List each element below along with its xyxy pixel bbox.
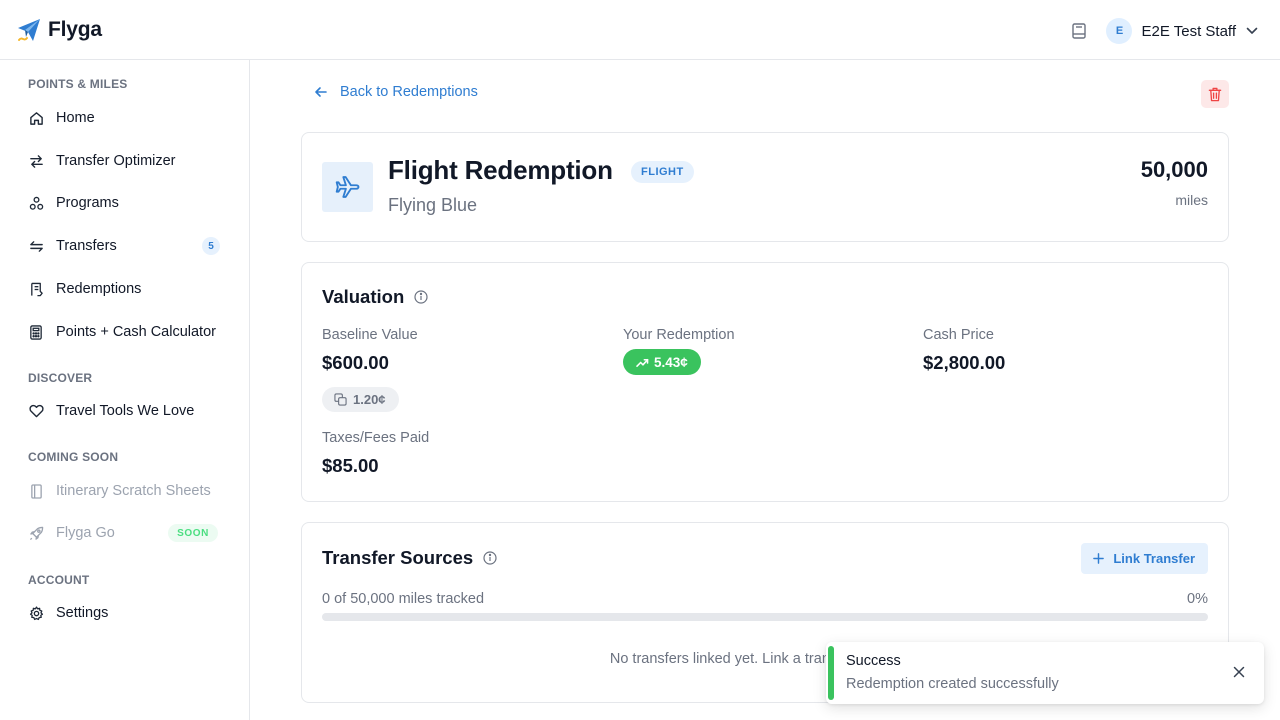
taxes-fees-value: $85.00 [322, 455, 379, 476]
sidebar-item-redemptions[interactable]: Redemptions [28, 277, 222, 301]
book-icon[interactable] [1070, 22, 1088, 40]
sidebar-item-label: Transfer Optimizer [56, 153, 176, 169]
sidebar: POINTS & MILES Home Transfer Optimizer P… [0, 60, 250, 720]
sidebar-section-coming-soon: COMING SOON [28, 450, 119, 464]
info-icon[interactable] [483, 551, 497, 565]
trash-icon [1208, 87, 1222, 102]
sidebar-item-label: Flyga Go [56, 525, 115, 541]
sidebar-item-travel-tools[interactable]: Travel Tools We Love [28, 399, 222, 423]
sidebar-item-label: Settings [56, 605, 109, 621]
type-badge: FLIGHT [631, 161, 694, 183]
soon-badge: SOON [168, 524, 218, 542]
sidebar-item-label: Travel Tools We Love [56, 403, 195, 419]
program-name: Flying Blue [388, 195, 478, 215]
arrow-left-icon [314, 84, 330, 100]
delete-button[interactable] [1201, 80, 1229, 108]
toast-title: Success [846, 653, 901, 669]
back-to-redemptions-link[interactable]: Back to Redemptions [314, 84, 478, 100]
transfer-sources-title: Transfer Sources [322, 547, 497, 569]
sidebar-item-programs[interactable]: Programs [28, 191, 222, 215]
valuation-title-text: Valuation [322, 286, 405, 307]
sidebar-item-transfers[interactable]: Transfers 5 [28, 234, 222, 258]
info-icon[interactable] [414, 290, 428, 304]
valuation-card: Valuation Baseline Value $600.00 1.20¢ Y… [301, 262, 1229, 502]
toast-message: Redemption created successfully [846, 676, 1059, 692]
paper-plane-logo-icon [16, 16, 42, 44]
gear-icon [28, 605, 44, 621]
plane-icon [334, 173, 362, 201]
brand-name: Flyga [48, 18, 102, 41]
miles-tracked-percent: 0% [1187, 591, 1208, 607]
baseline-value: $600.00 [322, 352, 389, 373]
cash-price-value: $2,800.00 [923, 352, 1006, 373]
sidebar-item-label: Programs [56, 195, 119, 211]
heart-icon [28, 403, 44, 419]
cash-price-label: Cash Price [923, 327, 994, 343]
sidebar-item-flyga-go: Flyga Go SOON [28, 521, 222, 545]
sidebar-item-label: Transfers [56, 238, 117, 254]
user-name[interactable]: E2E Test Staff [1141, 23, 1236, 40]
arrows-exchange-icon [28, 153, 44, 169]
programs-icon [28, 195, 44, 211]
transfer-arrows-icon [28, 238, 44, 254]
sidebar-item-label: Redemptions [56, 281, 142, 297]
sidebar-item-label: Points + Cash Calculator [56, 324, 216, 340]
sidebar-section-account: ACCOUNT [28, 573, 90, 587]
taxes-fees-label: Taxes/Fees Paid [322, 430, 430, 446]
plus-icon [1093, 553, 1105, 564]
avatar[interactable]: E [1106, 18, 1133, 44]
your-redemption-cpp: 5.43¢ [654, 354, 688, 370]
toast-accent-bar [828, 646, 834, 700]
user-area: E E2E Test Staff [1070, 18, 1258, 44]
home-icon [28, 110, 44, 126]
receipt-icon [28, 281, 44, 297]
miles-tracked-progress-bar [322, 613, 1208, 621]
sidebar-item-label: Home [56, 110, 95, 126]
baseline-cpp-value: 1.20¢ [353, 392, 386, 407]
top-bar: Flyga E E2E Test Staff [0, 0, 1280, 60]
valuation-title: Valuation [322, 286, 428, 308]
link-transfer-button[interactable]: Link Transfer [1081, 543, 1208, 574]
sidebar-item-home[interactable]: Home [28, 106, 222, 130]
back-link-label: Back to Redemptions [340, 84, 478, 100]
sidebar-item-points-cash-calculator[interactable]: Points + Cash Calculator [28, 320, 222, 344]
rocket-icon [28, 525, 44, 541]
sidebar-section-points-miles: POINTS & MILES [28, 77, 128, 91]
plane-icon-box [322, 162, 373, 212]
sidebar-item-itinerary-scratch-sheets: Itinerary Scratch Sheets [28, 479, 222, 503]
page-title: Flight Redemption [388, 155, 613, 185]
transfer-sources-title-text: Transfer Sources [322, 547, 474, 568]
sidebar-item-transfer-optimizer[interactable]: Transfer Optimizer [28, 149, 222, 173]
sidebar-item-label: Itinerary Scratch Sheets [56, 483, 211, 499]
notebook-icon [28, 483, 44, 499]
your-redemption-label: Your Redemption [623, 327, 735, 343]
transfers-count-badge: 5 [202, 237, 220, 255]
miles-unit: miles [1175, 192, 1208, 208]
your-redemption-cpp-chip: 5.43¢ [623, 349, 701, 375]
calculator-icon [28, 324, 44, 340]
trending-up-icon [636, 357, 649, 368]
close-icon[interactable] [1232, 665, 1246, 679]
coins-icon [334, 393, 347, 406]
baseline-value-label: Baseline Value [322, 327, 418, 343]
redemption-header-card: Flight Redemption FLIGHT Flying Blue 50,… [301, 132, 1229, 242]
sidebar-section-discover: DISCOVER [28, 371, 93, 385]
miles-tracked-text: 0 of 50,000 miles tracked [322, 591, 485, 607]
miles-value: 50,000 [1140, 157, 1208, 182]
baseline-cpp-chip: 1.20¢ [322, 387, 399, 412]
brand[interactable]: Flyga [16, 16, 102, 44]
link-transfer-label: Link Transfer [1113, 551, 1195, 566]
sidebar-item-settings[interactable]: Settings [28, 601, 222, 625]
chevron-down-icon[interactable] [1246, 25, 1258, 37]
success-toast: Success Redemption created successfully [826, 642, 1264, 704]
